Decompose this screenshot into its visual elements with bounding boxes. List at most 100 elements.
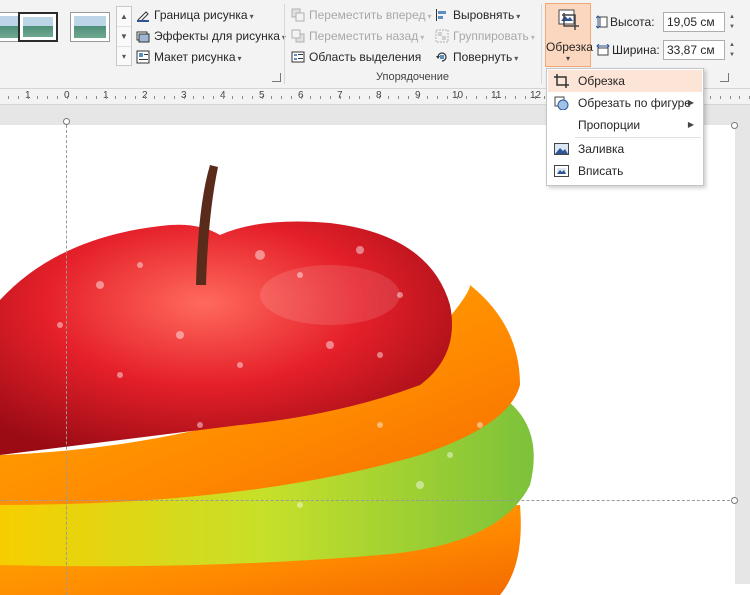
picture-effects-button[interactable]: Эффекты для рисунка▾ [136,26,286,46]
rotate-icon [436,52,447,62]
menu-item-label: Заливка [578,142,625,156]
crop-label: Обрезка [546,40,593,54]
crop-dropdown-arrow-icon[interactable]: ▾ [546,54,590,63]
gallery-more-icon[interactable]: ▾ [117,47,131,66]
crop-button[interactable]: Обрезка ▾ [545,3,593,67]
width-label-row: Ширина: [596,39,660,61]
selection-pane-icon [291,51,305,63]
menu-item-label: Обрезка [578,74,625,88]
ribbon-separator [284,4,285,84]
gallery-scroll[interactable]: ▲ ▼ ▾ [116,6,132,66]
ruler-tick [486,96,487,99]
ruler-tick [301,96,302,99]
ruler-tick [525,96,526,99]
ruler-tick [437,96,438,99]
fit-icon [554,165,569,177]
menu-item-crop[interactable]: Обрезка [548,70,702,92]
dropdown-arrow-icon: ▾ [420,33,425,42]
picture-style-thumb-2[interactable] [18,12,58,42]
picture-styles-launcher-icon[interactable] [272,73,281,82]
ruler-tick [340,96,341,99]
pen-border-icon [137,11,149,22]
height-spinner[interactable]: ▲ ▼ [727,12,737,32]
ruler-tick [223,96,224,99]
arrange-group-label: Упорядочение [376,71,449,83]
size-launcher-icon[interactable] [720,73,729,82]
ruler-tick [349,96,350,99]
ruler-tick [145,96,146,99]
ruler-tick [262,96,263,99]
ruler-tick [135,96,136,99]
ruler-tick [96,96,97,99]
ruler-tick [37,96,38,99]
bring-forward-icon [291,8,305,22]
dropdown-arrow-icon: ▾ [237,54,242,63]
dropdown-arrow-icon: ▾ [516,12,521,21]
height-label-row: Высота: [596,11,655,33]
height-input[interactable]: 19,05 см [663,12,725,32]
ruler-tick [8,96,9,99]
ruler-tick [184,96,185,99]
group-icon [435,29,449,43]
dropdown-arrow-icon: ▾ [530,33,535,42]
apple-picture[interactable] [0,125,735,595]
ruler-tick [369,96,370,99]
selection-handle[interactable] [731,497,738,504]
ruler-tick [242,96,243,99]
selection-handle[interactable] [731,122,738,129]
crop-large-icon [558,9,579,30]
ruler-tick [154,96,155,99]
ruler-tick [466,96,467,99]
effects-icon [136,31,150,43]
align-button[interactable]: Выровнять ▾ [435,5,520,25]
ribbon-separator [541,4,542,84]
gallery-down-icon[interactable]: ▼ [117,27,131,47]
ruler-tick [544,96,545,99]
ruler-tick [398,96,399,99]
selection-handle[interactable] [63,118,70,125]
ruler-tick [730,96,731,99]
picture-style-thumb-3[interactable] [70,12,110,42]
group-button[interactable]: Группировать ▾ [435,26,535,46]
rotate-button[interactable]: Повернуть ▾ [435,47,518,67]
menu-item-aspect-ratio[interactable]: Пропорции ▶ [548,114,702,136]
menu-item-crop-to-shape[interactable]: Обрезать по фигуре ▶ [548,92,702,114]
dropdown-arrow-icon: ▾ [514,54,519,63]
ruler-tick [379,96,380,99]
ruler-tick [359,96,360,99]
send-backward-icon [291,29,305,43]
ruler-tick [476,96,477,99]
crop-icon [554,74,569,88]
ruler-tick [76,96,77,99]
ruler-tick [232,96,233,99]
ruler-tick [388,96,389,99]
layout-icon [136,50,150,64]
bring-forward-button[interactable]: Переместить вперед ▾ [291,5,432,25]
menu-item-fill[interactable]: Заливка [548,138,702,160]
width-spinner[interactable]: ▲ ▼ [727,40,737,60]
ruler-tick [739,96,740,99]
selection-pane-button[interactable]: Область выделения [291,47,421,67]
picture-border-button[interactable]: Граница рисунка ▾ [136,5,254,25]
menu-item-label: Обрезать по фигуре [578,96,691,110]
ruler-tick [67,96,68,99]
ruler-tick [310,96,311,99]
width-input[interactable]: 33,87 см [663,40,725,60]
slide[interactable] [0,125,735,595]
gallery-up-icon[interactable]: ▲ [117,7,131,27]
ruler-tick [505,96,506,99]
picture-layout-button[interactable]: Макет рисунка ▾ [136,47,242,67]
height-icon [596,15,608,29]
ruler-tick [515,96,516,99]
menu-item-fit[interactable]: Вписать [548,160,702,182]
guide-line-horizontal [0,500,735,501]
ruler-tick [447,96,448,99]
ruler-tick [427,96,428,99]
ruler-tick [125,96,126,99]
crop-dropdown-menu: Обрезка Обрезать по фигуре ▶ Пропорции ▶… [546,68,704,186]
send-backward-button[interactable]: Переместить назад ▾ [291,26,424,46]
ruler-tick [86,96,87,99]
submenu-arrow-icon: ▶ [687,120,694,129]
ruler-tick [408,96,409,99]
ruler-tick [174,96,175,99]
